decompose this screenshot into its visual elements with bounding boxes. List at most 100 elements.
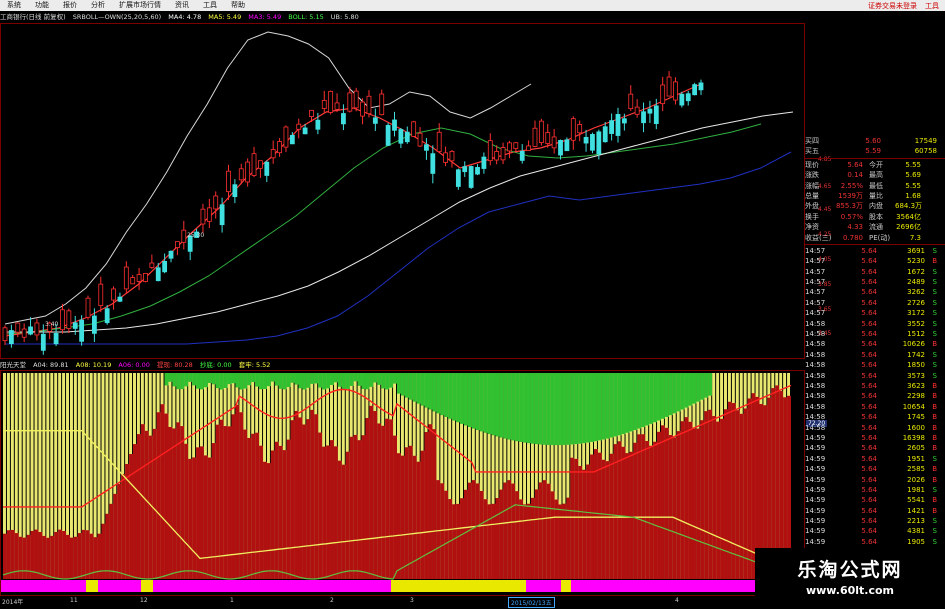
candle-body[interactable]: [270, 149, 276, 159]
candle-body[interactable]: [443, 152, 448, 163]
menu-item-analysis[interactable]: 分析: [84, 0, 112, 11]
candle-body[interactable]: [609, 120, 615, 134]
candle-body[interactable]: [168, 250, 174, 259]
candle-body[interactable]: [232, 184, 238, 198]
candle-body[interactable]: [206, 207, 212, 222]
candle-body[interactable]: [264, 161, 270, 176]
candle-body[interactable]: [385, 124, 391, 146]
candle-body[interactable]: [155, 267, 161, 282]
candle-body[interactable]: [660, 84, 666, 105]
candle-body[interactable]: [430, 153, 436, 174]
candle-body[interactable]: [283, 126, 289, 148]
candle-body[interactable]: [143, 272, 148, 282]
candle-body[interactable]: [328, 90, 334, 113]
candle-body[interactable]: [309, 109, 314, 117]
candle-body[interactable]: [449, 151, 455, 162]
candle-body[interactable]: [507, 142, 512, 152]
candle-body[interactable]: [149, 262, 155, 268]
candle-body[interactable]: [79, 319, 85, 342]
candle-body[interactable]: [315, 119, 321, 130]
candle-body[interactable]: [411, 121, 417, 137]
candle-body[interactable]: [526, 145, 531, 151]
indicator-pane[interactable]: [0, 370, 805, 596]
candle-body[interactable]: [123, 266, 129, 290]
candle-body[interactable]: [117, 296, 123, 302]
candle-body[interactable]: [564, 139, 570, 152]
candle-body[interactable]: [245, 161, 251, 183]
candle-body[interactable]: [436, 131, 442, 152]
menu-item-help[interactable]: 帮助: [224, 0, 252, 11]
candle-body[interactable]: [302, 127, 308, 135]
candle-body[interactable]: [175, 241, 180, 248]
candle-body[interactable]: [481, 156, 487, 169]
candle-body[interactable]: [679, 93, 685, 106]
candle-body[interactable]: [513, 142, 519, 149]
menu-item-quote[interactable]: 报价: [56, 0, 84, 11]
candle-body[interactable]: [53, 333, 59, 345]
candle-body[interactable]: [15, 322, 21, 333]
candle-body[interactable]: [85, 297, 91, 318]
candle-body[interactable]: [596, 131, 602, 155]
candle-body[interactable]: [130, 277, 136, 285]
candle-body[interactable]: [538, 120, 544, 143]
menu-item-tools[interactable]: 工具: [196, 0, 224, 11]
price-chart-pane[interactable]: 25.30 3.40: [0, 23, 805, 359]
candle-body[interactable]: [398, 129, 404, 144]
candle-body[interactable]: [455, 169, 461, 187]
candle-body[interactable]: [545, 132, 551, 144]
candle-body[interactable]: [634, 106, 640, 115]
candle-body[interactable]: [21, 328, 27, 338]
candle-body[interactable]: [162, 261, 168, 273]
sub-indicator-title[interactable]: 阳光天堂: [0, 361, 26, 369]
candle-body[interactable]: [372, 117, 378, 124]
candle-body[interactable]: [277, 141, 282, 154]
indicator-chart[interactable]: [1, 371, 804, 595]
candle-body[interactable]: [577, 124, 583, 134]
trade-login-status[interactable]: 证券交易未登录: [868, 1, 917, 11]
menu-item-extended-market[interactable]: 扩展市场行情: [112, 0, 168, 11]
candle-body[interactable]: [404, 131, 410, 143]
candle-body[interactable]: [8, 330, 14, 345]
candle-body[interactable]: [104, 308, 110, 324]
candle-body[interactable]: [519, 150, 525, 161]
candle-body[interactable]: [334, 102, 340, 110]
candle-body[interactable]: [590, 134, 595, 151]
candle-body[interactable]: [347, 92, 353, 112]
candle-body[interactable]: [698, 82, 704, 91]
candle-body[interactable]: [321, 99, 327, 109]
menu-item-function[interactable]: 功能: [28, 0, 56, 11]
candle-body[interactable]: [40, 333, 46, 351]
candle-body[interactable]: [60, 309, 65, 331]
candle-body[interactable]: [475, 167, 480, 175]
candle-body[interactable]: [462, 166, 468, 173]
candle-body[interactable]: [251, 153, 257, 176]
candle-body[interactable]: [692, 84, 698, 96]
candle-body[interactable]: [366, 95, 372, 115]
candle-body[interactable]: [468, 166, 474, 188]
candle-body[interactable]: [570, 118, 576, 141]
candle-body[interactable]: [238, 168, 244, 181]
menu-item-news[interactable]: 资讯: [168, 0, 196, 11]
candle-body[interactable]: [685, 93, 691, 102]
candle-body[interactable]: [417, 132, 423, 147]
candle-body[interactable]: [219, 204, 225, 226]
candle-body[interactable]: [653, 105, 659, 124]
menu-item-tools-right[interactable]: 工具: [925, 1, 939, 11]
candle-body[interactable]: [213, 195, 219, 210]
indicator-name[interactable]: SRBOLL—OWN(25,20,5,60): [73, 13, 161, 21]
candle-body[interactable]: [353, 90, 359, 109]
candle-body[interactable]: [615, 114, 621, 136]
candle-body[interactable]: [500, 147, 506, 161]
candle-body[interactable]: [66, 310, 72, 329]
candle-body[interactable]: [341, 113, 346, 125]
candle-body[interactable]: [258, 160, 263, 169]
candle-body[interactable]: [296, 123, 302, 130]
candle-body[interactable]: [392, 119, 397, 131]
candle-body[interactable]: [72, 322, 78, 329]
candle-body[interactable]: [602, 126, 608, 143]
candle-body[interactable]: [621, 118, 627, 124]
price-chart[interactable]: 25.30 3.40: [1, 24, 804, 358]
candle-body[interactable]: [2, 327, 8, 342]
candle-body[interactable]: [647, 108, 653, 114]
candle-body[interactable]: [628, 93, 634, 110]
